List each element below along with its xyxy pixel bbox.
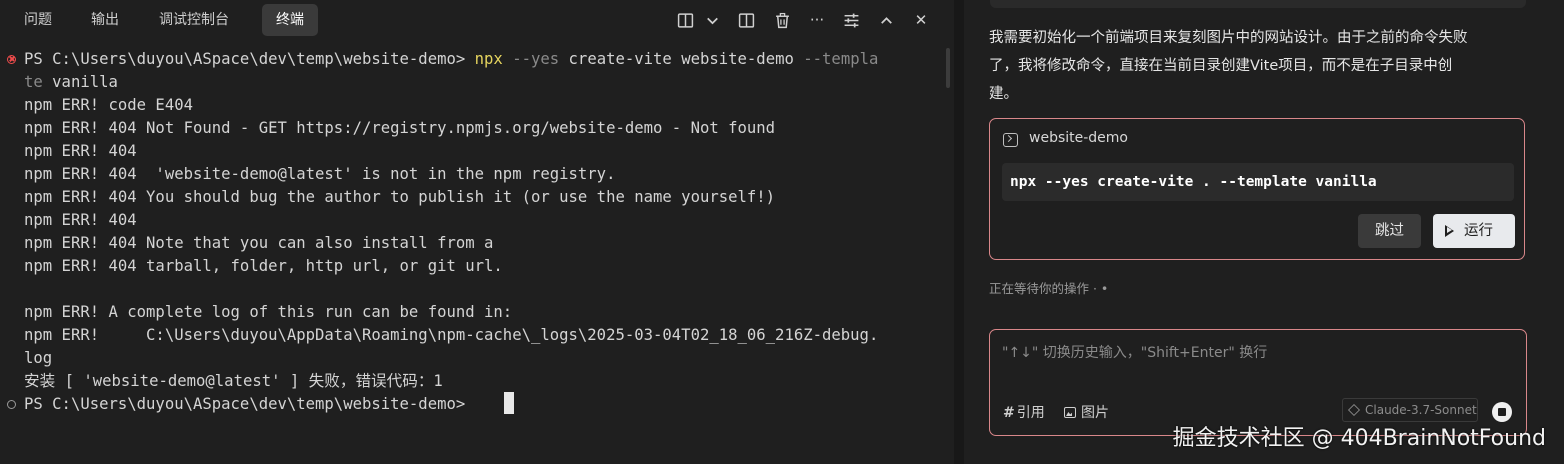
terminal-text: npm ERR! 404 'website-demo@latest' is no… (24, 165, 616, 183)
panel-tab-bar: 问题 输出 调试控制台 终端 ··· ✕ (0, 0, 954, 40)
terminal-settings-icon[interactable] (840, 9, 862, 31)
reference-button[interactable]: # 引用 (1003, 402, 1045, 422)
terminal-text: vanilla (42, 73, 118, 91)
terminal-text: npm ERR! 404 tarball, folder, http url, … (24, 257, 503, 275)
terminal-line: PS C:\Users\duyou\ASpace\dev\temp\websit… (24, 48, 878, 71)
terminal-text: --templa (793, 50, 879, 68)
terminal-text: create-vite website-demo (559, 50, 794, 68)
command-marker-icon[interactable] (7, 400, 16, 409)
terminal-line: te vanilla (24, 71, 118, 94)
command-code: npx --yes create-vite . --template vanil… (1002, 163, 1514, 201)
run-button[interactable]: 运行 (1433, 214, 1515, 248)
terminal-line: npm ERR! 404 'website-demo@latest' is no… (24, 163, 615, 186)
more-icon[interactable]: ··· (806, 9, 828, 31)
terminal-line: npm ERR! 404 (24, 209, 137, 232)
terminal-text: npm ERR! code E404 (24, 96, 193, 114)
terminal-text: PS C:\Users\duyou\ASpace\dev\temp\websit… (24, 50, 475, 68)
chevron-up-icon[interactable] (875, 9, 897, 31)
terminal-icon (1003, 133, 1018, 147)
chevron-down-icon[interactable] (701, 9, 723, 31)
chat-input[interactable] (1002, 342, 1502, 364)
tab-problems[interactable]: 问题 (10, 4, 66, 36)
terminal-line: npm ERR! code E404 (24, 94, 193, 117)
terminal-line: npm ERR! C:\Users\duyou\AppData\Roaming\… (24, 324, 878, 347)
terminal-output[interactable]: PS C:\Users\duyou\ASpace\dev\temp\websit… (0, 46, 954, 464)
watermark: 掘金技术社区 @ 404BrainNotFound (1172, 426, 1546, 451)
command-card-title: website-demo (1029, 130, 1128, 146)
terminal-text: npx (474, 50, 503, 68)
terminal-line: npm ERR! A complete log of this run can … (24, 301, 512, 324)
terminal-line: npm ERR! 404 Not Found - GET https://reg… (24, 117, 775, 140)
terminal-line: npm ERR! 404 Note that you can also inst… (24, 232, 493, 255)
trash-icon[interactable] (771, 9, 793, 31)
terminal-text: log (24, 349, 53, 367)
terminal-scrollbar[interactable] (946, 48, 950, 88)
terminal-line: npm ERR! 404 You should bug the author t… (24, 186, 775, 209)
terminal-text: PS C:\Users\duyou\ASpace\dev\temp\websit… (24, 395, 475, 413)
terminal-line: npm ERR! 404 (24, 140, 137, 163)
terminal-text: npm ERR! A complete log of this run can … (24, 303, 513, 321)
tab-debug-console[interactable]: 调试控制台 (145, 4, 243, 36)
command-error-marker-icon[interactable] (7, 55, 16, 64)
cube-icon (1347, 403, 1361, 417)
image-button[interactable]: 图片 (1064, 402, 1109, 422)
terminal-text: npm ERR! 404 Note that you can also inst… (24, 234, 494, 252)
waiting-status: 正在等待你的操作 · • (989, 281, 1109, 296)
terminal-text: npm ERR! C:\Users\duyou\AppData\Roaming\… (24, 326, 879, 344)
model-selector[interactable]: Claude-3.7-Sonnet (1342, 398, 1478, 422)
terminal-line: log (24, 347, 52, 370)
stop-button[interactable] (1492, 402, 1512, 422)
skip-button[interactable]: 跳过 (1358, 214, 1421, 248)
stop-icon (1498, 408, 1506, 416)
terminal-text: te (24, 73, 43, 91)
tab-output[interactable]: 输出 (77, 4, 133, 36)
image-icon (1064, 407, 1076, 418)
terminal-line: PS C:\Users\duyou\ASpace\dev\temp\websit… (24, 393, 475, 416)
terminal-text: npm ERR! 404 (24, 211, 137, 229)
assistant-message: 我需要初始化一个前端项目来复刻图片中的网站设计。由于之前的命令失败 了，我将修改… (989, 30, 1468, 102)
play-icon (1445, 225, 1454, 237)
terminal-panel: 问题 输出 调试控制台 终端 ··· ✕ PS C:\Users\duyou\A… (0, 0, 954, 464)
terminal-text: npm ERR! 404 You should bug the author t… (24, 188, 776, 206)
chat-panel: 我需要初始化一个前端项目来复刻图片中的网站设计。由于之前的命令失败 了，我将修改… (964, 0, 1564, 464)
tab-terminal[interactable]: 终端 (262, 4, 318, 36)
terminal-text: --yes (502, 50, 560, 68)
terminal-line: 安装 [ 'website-demo@latest' ] 失败，错误代码：1 (24, 370, 443, 393)
split-panel-icon[interactable] (735, 9, 757, 31)
split-terminal-icon[interactable] (674, 9, 696, 31)
terminal-text: 安装 [ 'website-demo@latest' ] 失败，错误代码：1 (24, 372, 443, 390)
previous-message-edge (990, 0, 1526, 8)
terminal-text: npm ERR! 404 (24, 142, 137, 160)
close-icon[interactable]: ✕ (910, 9, 932, 31)
terminal-cursor (504, 392, 514, 414)
hash-icon: # (1003, 405, 1015, 421)
terminal-line: npm ERR! 404 tarball, folder, http url, … (24, 255, 503, 278)
terminal-text: npm ERR! 404 Not Found - GET https://reg… (24, 119, 776, 137)
command-card: website-demo npx --yes create-vite . --t… (989, 118, 1525, 260)
